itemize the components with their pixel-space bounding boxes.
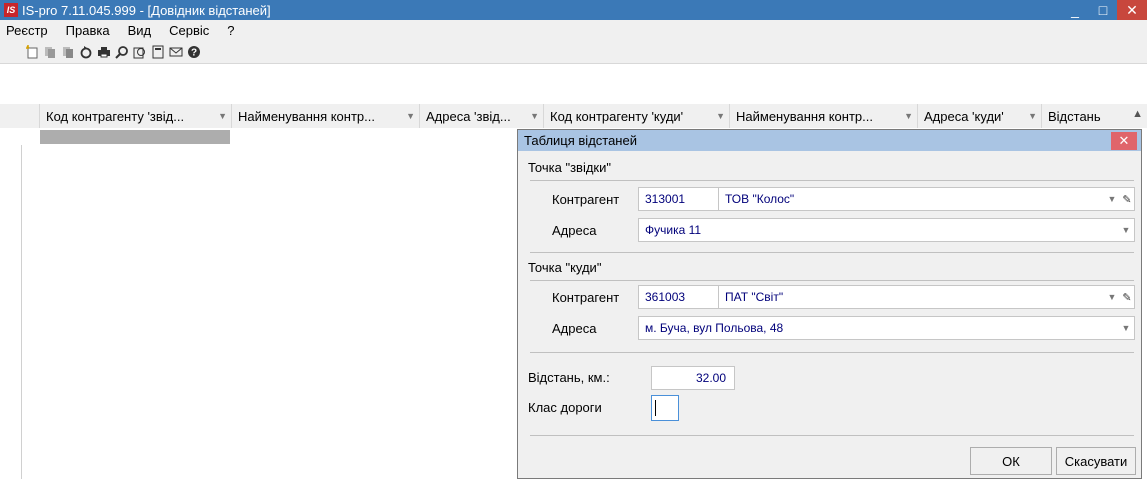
edit-pencil-icon[interactable]: ✎ bbox=[1120, 193, 1134, 206]
road-class-input[interactable] bbox=[651, 395, 679, 421]
divider bbox=[530, 352, 1134, 353]
divider bbox=[530, 252, 1134, 253]
ok-button[interactable]: ОК bbox=[970, 447, 1052, 475]
to-address-label: Адреса bbox=[552, 321, 597, 336]
column-header-label: Відстань bbox=[1048, 108, 1101, 124]
from-counterparty-label: Контрагент bbox=[552, 192, 620, 207]
calc-icon[interactable] bbox=[150, 44, 166, 60]
column-header-label: Адреса 'куди' bbox=[924, 108, 1004, 124]
from-address-label: Адреса bbox=[552, 223, 597, 238]
export-icon[interactable] bbox=[132, 44, 148, 60]
text-caret bbox=[655, 400, 656, 416]
menu-item-registry[interactable]: Реєстр bbox=[6, 23, 48, 38]
column-header-label: Адреса 'звід... bbox=[426, 108, 511, 124]
chevron-down-icon[interactable]: ▼ bbox=[1118, 225, 1134, 235]
column-header-label: Код контрагенту 'куди' bbox=[550, 108, 684, 124]
column-header-to-address[interactable]: Адреса 'куди' ▼ bbox=[918, 104, 1042, 128]
column-header-label: Код контрагенту 'звід... bbox=[46, 108, 185, 124]
close-button[interactable]: ✕ bbox=[1117, 0, 1147, 20]
dialog-titlebar: Таблиця відстаней ✕ bbox=[518, 130, 1141, 151]
grid-row-selector-header[interactable] bbox=[0, 104, 40, 128]
print-icon[interactable] bbox=[96, 44, 112, 60]
to-counterparty-label: Контрагент bbox=[552, 290, 620, 305]
to-counterparty-code[interactable]: 361003 bbox=[639, 286, 719, 308]
grid-divider bbox=[21, 145, 22, 479]
column-header-from-name[interactable]: Найменування контр... ▼ bbox=[232, 104, 420, 128]
edit-pencil-icon[interactable]: ✎ bbox=[1120, 291, 1134, 304]
column-header-to-code[interactable]: Код контрагенту 'куди' ▼ bbox=[544, 104, 730, 128]
to-counterparty-name[interactable]: ПАТ "Світ" bbox=[719, 290, 1104, 304]
menu-item-help[interactable]: ? bbox=[227, 23, 234, 38]
divider bbox=[530, 280, 1134, 281]
dialog-close-button[interactable]: ✕ bbox=[1111, 131, 1137, 150]
chevron-down-icon[interactable]: ▼ bbox=[1104, 292, 1120, 302]
from-section-label: Точка "звідки" bbox=[528, 160, 611, 175]
distance-label: Відстань, км.: bbox=[528, 370, 610, 385]
filter-icon[interactable]: ▼ bbox=[1028, 111, 1041, 121]
filter-icon[interactable]: ▼ bbox=[406, 111, 419, 121]
menu-item-service[interactable]: Сервіс bbox=[169, 23, 209, 38]
to-address-field[interactable]: м. Буча, вул Польова, 48 ▼ bbox=[638, 316, 1135, 340]
filter-icon[interactable]: ▼ bbox=[904, 111, 917, 121]
selected-row-indicator[interactable] bbox=[40, 130, 230, 144]
from-counterparty-name[interactable]: ТОВ "Колос" bbox=[719, 192, 1104, 206]
new-icon[interactable] bbox=[24, 44, 40, 60]
menu-item-edit[interactable]: Правка bbox=[66, 23, 110, 38]
chevron-down-icon[interactable]: ▼ bbox=[1104, 194, 1120, 204]
column-header-to-name[interactable]: Найменування контр... ▼ bbox=[730, 104, 918, 128]
mail-icon[interactable] bbox=[168, 44, 184, 60]
to-section-label: Точка "куди" bbox=[528, 260, 602, 275]
window-titlebar: IS IS-pro 7.11.045.999 - [Довідник відст… bbox=[0, 0, 1147, 20]
to-address-value[interactable]: м. Буча, вул Польова, 48 bbox=[639, 321, 1118, 335]
grid-header: Код контрагенту 'звід... ▼ Найменування к… bbox=[0, 104, 1147, 129]
to-counterparty-field[interactable]: 361003 ПАТ "Світ" ▼ ✎ bbox=[638, 285, 1135, 309]
app-logo-icon: IS bbox=[4, 3, 18, 17]
svg-text:?: ? bbox=[191, 47, 197, 58]
filter-icon[interactable]: ▼ bbox=[716, 111, 729, 121]
from-address-field[interactable]: Фучика 11 ▼ bbox=[638, 218, 1135, 242]
road-class-label: Клас дороги bbox=[528, 400, 602, 415]
maximize-button[interactable]: □ bbox=[1089, 0, 1117, 20]
column-header-label: Найменування контр... bbox=[736, 108, 873, 124]
window-title: IS-pro 7.11.045.999 - [Довідник відстане… bbox=[22, 2, 271, 18]
paste-icon[interactable] bbox=[60, 44, 76, 60]
cancel-button[interactable]: Скасувати bbox=[1056, 447, 1136, 475]
toolbar: ? bbox=[0, 40, 1147, 64]
menu-bar: Реєстр Правка Вид Сервіс ? bbox=[0, 20, 1147, 40]
find-icon[interactable] bbox=[114, 44, 130, 60]
from-address-value[interactable]: Фучика 11 bbox=[639, 223, 1118, 237]
column-header-label: Найменування контр... bbox=[238, 108, 375, 124]
divider bbox=[530, 180, 1134, 181]
column-header-distance[interactable]: Відстань bbox=[1042, 104, 1122, 128]
distance-input[interactable]: 32.00 bbox=[651, 366, 735, 390]
divider bbox=[530, 435, 1134, 436]
from-counterparty-field[interactable]: 313001 ТОВ "Колос" ▼ ✎ bbox=[638, 187, 1135, 211]
chevron-down-icon[interactable]: ▼ bbox=[1118, 323, 1134, 333]
filter-icon[interactable]: ▼ bbox=[530, 111, 543, 121]
column-header-from-address[interactable]: Адреса 'звід... ▼ bbox=[420, 104, 544, 128]
distance-table-dialog: Таблиця відстаней ✕ Точка "звідки" Контр… bbox=[517, 129, 1142, 479]
help-icon[interactable]: ? bbox=[186, 44, 202, 60]
column-header-from-code[interactable]: Код контрагенту 'звід... ▼ bbox=[40, 104, 232, 128]
copy-icon[interactable] bbox=[42, 44, 58, 60]
minimize-button[interactable]: _ bbox=[1061, 0, 1089, 20]
dialog-title: Таблиця відстаней bbox=[524, 133, 637, 148]
refresh-icon[interactable] bbox=[78, 44, 94, 60]
menu-item-view[interactable]: Вид bbox=[128, 23, 152, 38]
filter-icon[interactable]: ▼ bbox=[218, 111, 231, 121]
scroll-up-icon[interactable]: ▲ bbox=[1132, 108, 1143, 120]
from-counterparty-code[interactable]: 313001 bbox=[639, 188, 719, 210]
